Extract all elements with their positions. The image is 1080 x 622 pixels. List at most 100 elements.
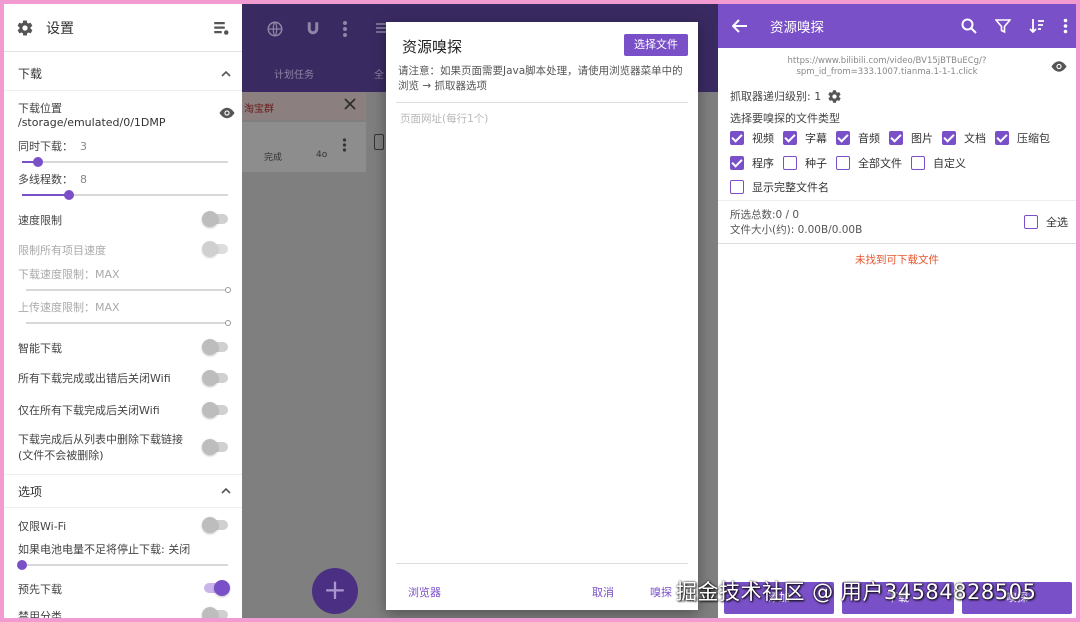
slider-knob[interactable]	[64, 190, 75, 200]
disable-category-label: 禁用分类	[18, 610, 62, 618]
gear-icon	[16, 19, 34, 37]
slider-knob[interactable]	[225, 320, 231, 326]
filetype-checkbox[interactable]: 视频	[730, 130, 774, 146]
chevron-up-icon	[220, 485, 232, 497]
checkbox-box	[995, 131, 1009, 145]
filetype-checkbox[interactable]: 种子	[783, 155, 827, 171]
filetype-checkbox[interactable]: 字幕	[783, 130, 827, 146]
file-icon	[374, 134, 384, 150]
slider-knob[interactable]	[225, 287, 231, 293]
recursion-level: 抓取器递归级别: 1	[730, 88, 842, 104]
filetype-checkbox[interactable]: 音频	[836, 130, 880, 146]
slider-fill	[22, 194, 70, 196]
download-section-title: 下载	[18, 67, 43, 81]
sniff-dialog-panel: 全 资源嗅探 选择文件 请注意：如果页面需要Java脚本处理，请使用浏览器菜单中…	[366, 4, 718, 618]
filetype-checkbox[interactable]: 压缩包	[995, 130, 1050, 146]
select-all-checkbox[interactable]: 全选	[1024, 214, 1068, 230]
empty-message: 未找到可下载文件	[855, 254, 939, 266]
settings-panel: 设置 下载 下载位置 /storage/emulated/0/1DMP 同时下载…	[4, 4, 242, 618]
disable-category-toggle[interactable]	[202, 607, 228, 618]
concurrent-downloads-slider[interactable]	[22, 157, 228, 167]
threads-label: 多线程数： 8	[18, 173, 87, 186]
checkbox-box	[783, 131, 797, 145]
download-list-item[interactable]: 完成 4o	[242, 122, 366, 172]
delete-link-toggle[interactable]	[202, 439, 228, 455]
options-section-title: 选项	[18, 484, 43, 499]
wifi-only-toggle[interactable]	[202, 517, 228, 533]
speed-limit-label: 速度限制	[18, 214, 62, 227]
more-vert-icon[interactable]	[1063, 18, 1068, 34]
group-banner[interactable]: 淘宝群	[242, 92, 366, 120]
page-url: https://www.bilibili.com/video/BV15jBTBu…	[787, 56, 987, 77]
delete-link-setting: 下载完成后从列表中删除下载链接 (文件不会被删除)	[18, 432, 232, 464]
threads-slider[interactable]	[22, 190, 228, 200]
sort-icon[interactable]	[1029, 18, 1045, 34]
tab-scheduled[interactable]: 计划任务	[274, 66, 314, 81]
checkbox-box	[730, 180, 744, 194]
settings-list-icon[interactable]	[212, 19, 230, 37]
banner-text: 淘宝群	[244, 104, 274, 115]
checkbox-box	[783, 156, 797, 170]
slider-knob[interactable]	[17, 560, 27, 570]
download-speed-limit-label: 下载速度限制：MAX	[18, 268, 120, 281]
sniff-button[interactable]: 嗅探	[650, 584, 672, 600]
chevron-up-icon	[220, 68, 232, 80]
gear-icon[interactable]	[827, 89, 842, 104]
search-icon[interactable]	[961, 18, 977, 34]
sniffer-panel: 资源嗅探 https://www.bilibili.com/video/BV15…	[718, 4, 1076, 618]
battery-slider[interactable]	[17, 560, 228, 570]
dialog-note: 请注意：如果页面需要Java脚本处理，请使用浏览器菜单中的浏览 → 抓取器选项	[398, 65, 683, 92]
download-speed-slider[interactable]	[26, 287, 231, 293]
checkbox-box	[1024, 215, 1038, 229]
settings-header: 设置	[4, 4, 242, 52]
close-icon[interactable]	[344, 98, 356, 110]
pre-download-label: 预先下载	[18, 583, 62, 596]
eye-icon[interactable]	[1050, 60, 1068, 73]
limit-all-toggle[interactable]	[202, 241, 228, 257]
delete-link-sublabel: (文件不会被删除)	[18, 449, 104, 462]
checkbox-box	[730, 156, 744, 170]
close-wifi-all-toggle[interactable]	[202, 402, 228, 418]
download-section-header[interactable]: 下载	[4, 57, 242, 91]
more-vert-icon[interactable]	[342, 20, 348, 38]
back-arrow-icon[interactable]	[732, 18, 748, 34]
upload-speed-slider[interactable]	[26, 320, 231, 326]
watermark: 掘金技术社区 @ 用户34584828505	[676, 580, 1037, 604]
slider-knob[interactable]	[33, 157, 44, 167]
filetype-label: 选择要嗅探的文件类型	[730, 112, 840, 125]
speed-limit-toggle[interactable]	[202, 211, 228, 227]
settings-title: 设置	[46, 20, 74, 37]
smart-download-toggle[interactable]	[202, 339, 228, 355]
filetype-checkbox[interactable]: 全部文件	[836, 155, 902, 171]
download-path-setting[interactable]: 下载位置 /storage/emulated/0/1DMP	[18, 100, 232, 129]
pre-download-toggle[interactable]	[204, 580, 230, 596]
pick-file-button[interactable]: 选择文件	[624, 34, 688, 56]
filetype-checkbox[interactable]: 文档	[942, 130, 986, 146]
magnet-icon[interactable]	[304, 20, 322, 38]
globe-icon[interactable]	[266, 20, 284, 38]
sniffer-title: 资源嗅探	[770, 20, 824, 36]
filetype-checkbox[interactable]: 程序	[730, 155, 774, 171]
checkbox-box	[836, 131, 850, 145]
close-wifi-all-or-error-toggle[interactable]	[202, 370, 228, 386]
filetype-checkbox[interactable]: 图片	[889, 130, 933, 146]
limit-all-label: 限制所有项目速度	[18, 244, 106, 257]
more-vert-icon[interactable]	[342, 138, 347, 152]
cancel-button[interactable]: 取消	[592, 584, 614, 600]
show-full-name-checkbox[interactable]: 显示完整文件名	[730, 179, 829, 195]
sniffer-appbar: 资源嗅探	[718, 4, 1076, 48]
checkbox-box	[942, 131, 956, 145]
recursion-level-label: 抓取器递归级别:	[730, 90, 811, 103]
eye-icon[interactable]	[218, 106, 236, 120]
options-section-header[interactable]: 选项	[4, 474, 242, 508]
delete-link-label: 下载完成后从列表中删除下载链接	[18, 433, 183, 446]
checkbox-box	[911, 156, 925, 170]
url-input[interactable]: 页面网址(每行1个)	[396, 102, 688, 564]
file-size-total: 文件大小(约): 0.00B/0.00B	[730, 224, 863, 236]
filter-icon[interactable]	[995, 18, 1011, 34]
add-download-fab[interactable]: +	[312, 568, 358, 614]
filetype-checkbox[interactable]: 自定义	[911, 155, 966, 171]
tab-all[interactable]: 全	[374, 66, 384, 81]
browser-button[interactable]: 浏览器	[408, 584, 441, 600]
upload-speed-limit-label: 上传速度限制：MAX	[18, 301, 120, 314]
